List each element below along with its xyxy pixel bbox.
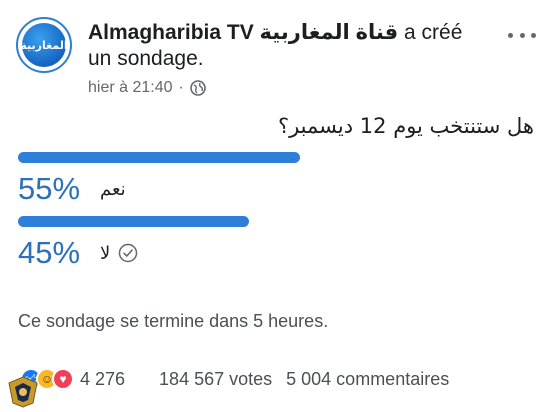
post-meta: hier à 21:40 · [88,78,206,98]
watermark-logo [0,370,46,412]
poll-question: هل ستنتخب يوم 12 ديسمبر؟ [277,114,534,138]
votes-count[interactable]: 184 567 votes [159,369,272,390]
more-options-icon[interactable] [508,28,536,42]
meta-separator: · [178,79,184,96]
avatar-logo: المغاربية [20,23,68,67]
post-header: Almagharibia TV قناة المغاربية a créé un… [88,20,488,72]
page-name-link[interactable]: Almagharibia TV قناة المغاربية [88,21,398,44]
poll-option-label: نعم [100,178,126,200]
poll-option-percent: 55% [18,171,81,206]
poll-option-bar [18,152,534,163]
post-stats: 👍︎ ☺ ♥ 4 276 184 567 votes 5 004 comment… [20,366,540,392]
love-icon: ♥ [52,368,74,390]
comments-count[interactable]: 5 004 commentaires [286,369,449,390]
poll-end-note: Ce sondage se termine dans 5 heures. [18,311,329,331]
poll-option-yes[interactable]: 55% نعم [18,152,534,209]
globe-icon[interactable] [190,80,206,96]
poll-option-no[interactable]: 45% لا [18,216,534,273]
post-timestamp[interactable]: hier à 21:40 [88,79,173,97]
poll-option-label: لا [100,242,111,264]
poll-option-bar-fill [18,216,249,227]
poll-option-bar-fill [18,152,300,163]
check-circle-icon [119,243,138,263]
poll-option-percent: 45% [18,235,81,270]
page-avatar[interactable]: المغاربية [16,17,72,73]
reaction-count[interactable]: 4 276 [80,369,125,390]
poll-option-bar [18,216,534,227]
